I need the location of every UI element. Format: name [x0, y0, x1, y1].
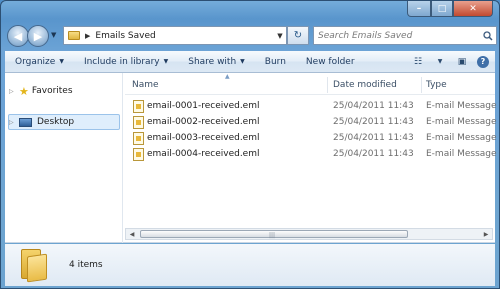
scrollbar-thumb[interactable]: ||| [140, 230, 408, 239]
column-header-row: ▲ Name Date modified Type [125, 73, 495, 95]
address-history-dropdown[interactable]: ▼ [274, 32, 286, 40]
sort-ascending-icon: ▲ [225, 73, 230, 80]
file-date: 25/04/2011 11:43 [333, 149, 414, 159]
file-type: E-mail Message [426, 117, 497, 127]
command-bar-right: ☷ ▼ ▣ ? [411, 55, 495, 68]
file-type: E-mail Message [426, 133, 497, 143]
column-header-name[interactable]: Name [132, 80, 159, 90]
breadcrumb-current[interactable]: Emails Saved [95, 31, 274, 41]
navigation-pane: ▷ ★ Favorites ▷ Desktop [5, 73, 123, 243]
file-name: email-0001-received.eml [147, 101, 260, 111]
view-options-dropdown-icon[interactable]: ▼ [433, 56, 447, 68]
explorer-window: – □ ✕ ◀ ▶ ▼ ▶ Emails Saved ▼ ↻ Search Em… [0, 0, 500, 289]
preview-pane-icon[interactable]: ▣ [455, 56, 469, 68]
chevron-down-icon: ▼ [59, 58, 64, 65]
recent-pages-dropdown[interactable]: ▼ [51, 31, 56, 39]
item-count: 4 items [69, 260, 103, 270]
burn-label: Burn [264, 56, 286, 67]
back-button[interactable]: ◀ [7, 25, 29, 47]
chevron-down-icon: ▼ [163, 58, 169, 65]
search-placeholder: Search Emails Saved [318, 30, 413, 41]
scroll-right-icon[interactable]: ▶ [480, 229, 492, 239]
email-file-icon [133, 132, 144, 145]
sidebar-item-label: Desktop [37, 117, 75, 127]
table-row[interactable]: email-0002-received.eml 25/04/2011 11:43… [125, 115, 497, 131]
maximize-button[interactable]: □ [431, 1, 453, 17]
file-date: 25/04/2011 11:43 [333, 117, 414, 127]
new-folder-button[interactable]: New folder [296, 57, 365, 67]
new-folder-label: New folder [305, 56, 355, 67]
share-with-label: Share with [188, 56, 237, 67]
expand-arrow-icon[interactable]: ▷ [9, 88, 19, 95]
details-pane: 4 items [5, 244, 495, 286]
forward-arrow-icon: ▶ [33, 29, 43, 43]
help-icon[interactable]: ? [477, 55, 489, 68]
file-name: email-0004-received.eml [147, 149, 260, 159]
command-bar: Organize ▼ Include in library ▼ Share with… [5, 51, 495, 73]
chevron-down-icon: ▼ [240, 58, 245, 65]
sidebar-item-label: Favorites [31, 86, 73, 96]
horizontal-scrollbar[interactable]: ◀ ||| ▶ [125, 228, 493, 240]
refresh-button[interactable]: ↻ [287, 26, 309, 45]
change-view-icon[interactable]: ☷ [411, 56, 425, 68]
explorer-body: ▷ ★ Favorites ▷ Desktop ▲ Name Date modi… [5, 73, 497, 243]
folder-icon [68, 31, 80, 40]
column-divider[interactable] [421, 77, 422, 93]
scroll-left-icon[interactable]: ◀ [126, 229, 138, 239]
file-list: ▲ Name Date modified Type email-0001-rec… [125, 73, 497, 243]
address-bar[interactable]: ▶ Emails Saved ▼ [63, 26, 287, 45]
table-row[interactable]: email-0004-received.eml 25/04/2011 11:43… [125, 147, 497, 163]
close-button[interactable]: ✕ [453, 1, 493, 17]
column-divider[interactable] [327, 77, 328, 93]
back-arrow-icon: ◀ [13, 29, 23, 43]
forward-button[interactable]: ▶ [27, 25, 49, 47]
scrollbar-grip: ||| [269, 232, 276, 239]
file-date: 25/04/2011 11:43 [333, 101, 414, 111]
file-type: E-mail Message [426, 149, 497, 159]
include-in-library-button[interactable]: Include in library ▼ [74, 57, 178, 67]
folder-icon [21, 249, 49, 283]
caption-buttons: – □ ✕ [407, 1, 493, 17]
file-date: 25/04/2011 11:43 [333, 133, 414, 143]
table-row[interactable]: email-0001-received.eml 25/04/2011 11:43… [125, 99, 497, 115]
file-type: E-mail Message [426, 101, 497, 111]
star-icon: ★ [19, 84, 29, 98]
organize-button[interactable]: Organize ▼ [5, 57, 74, 67]
email-file-icon [133, 148, 144, 161]
include-in-library-label: Include in library [83, 56, 160, 67]
file-name: email-0002-received.eml [147, 117, 260, 127]
email-file-icon [133, 116, 144, 129]
organize-label: Organize [15, 56, 56, 67]
sidebar-item-desktop[interactable]: ▷ Desktop [8, 114, 120, 130]
search-input[interactable]: Search Emails Saved [313, 26, 497, 45]
breadcrumb-separator-icon[interactable]: ▶ [85, 32, 90, 40]
table-row[interactable]: email-0003-received.eml 25/04/2011 11:43… [125, 131, 497, 147]
email-file-icon [133, 100, 144, 113]
burn-button[interactable]: Burn [255, 57, 296, 67]
refresh-icon: ↻ [293, 30, 303, 41]
address-row: ◀ ▶ ▼ ▶ Emails Saved ▼ ↻ Search Emails S… [5, 25, 497, 47]
desktop-icon [19, 117, 32, 127]
column-header-date[interactable]: Date modified [333, 80, 397, 90]
minimize-button[interactable]: – [407, 1, 431, 17]
file-name: email-0003-received.eml [147, 133, 260, 143]
share-with-button[interactable]: Share with ▼ [178, 57, 255, 67]
search-icon[interactable] [480, 30, 496, 41]
column-header-type[interactable]: Type [426, 80, 447, 90]
expand-arrow-icon[interactable]: ▷ [9, 119, 19, 126]
sidebar-item-favorites[interactable]: ▷ ★ Favorites [9, 83, 73, 99]
